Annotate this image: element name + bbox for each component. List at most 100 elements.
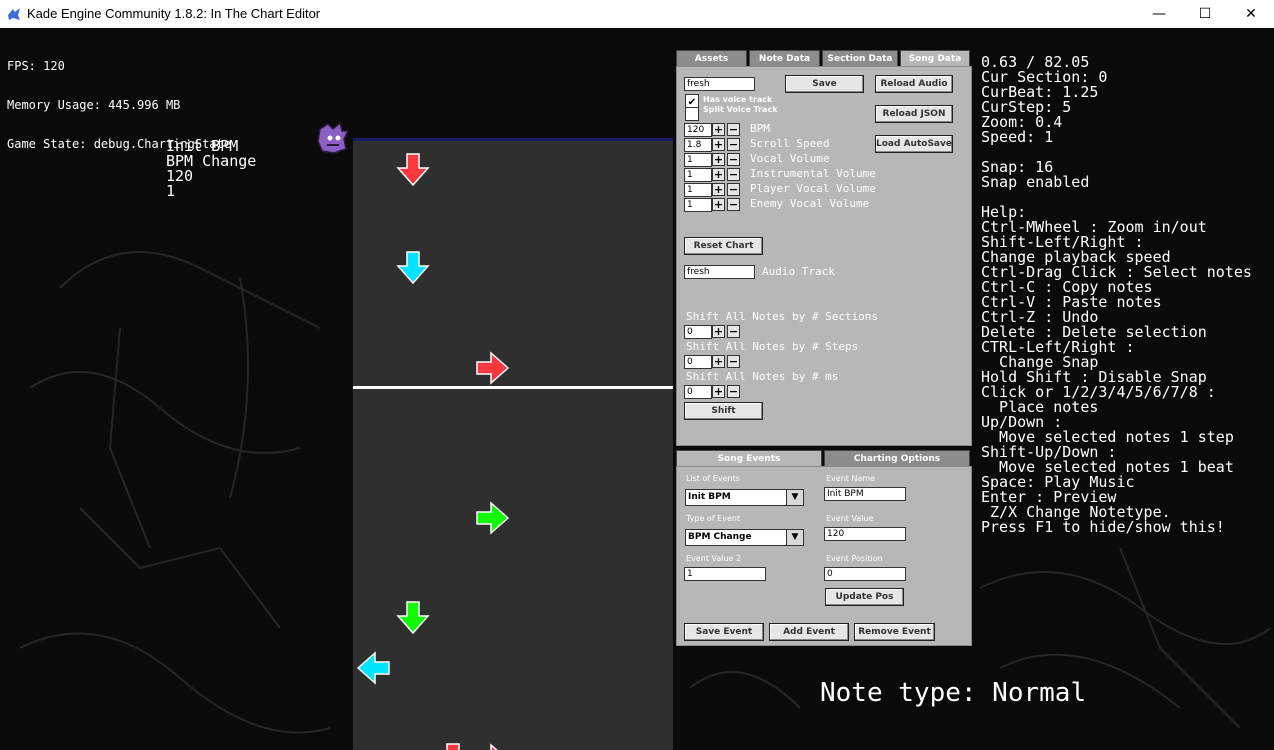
shift-button[interactable]: Shift xyxy=(684,402,763,420)
memory-text: Memory Usage: 445.996 MB xyxy=(7,98,181,112)
list-of-events-label: List of Events xyxy=(686,474,740,483)
shift-sections-minus-button[interactable]: − xyxy=(727,325,740,338)
reset-chart-button[interactable]: Reset Chart xyxy=(684,237,763,255)
shift-steps-plus-button[interactable]: + xyxy=(712,355,725,368)
stepper-label: BPM xyxy=(750,122,770,135)
info-line: Press F1 to hide/show this! xyxy=(981,518,1225,536)
stepper-plus-button[interactable]: + xyxy=(712,123,725,136)
stepper-plus-button[interactable]: + xyxy=(712,138,725,151)
event-info-value2: 1 xyxy=(166,182,176,200)
stepper-label: Instrumental Volume xyxy=(750,167,876,180)
partial-note-icon[interactable] xyxy=(435,742,471,750)
info-line: Speed: 1 xyxy=(981,128,1054,146)
stepper-plus-button[interactable]: + xyxy=(712,153,725,166)
type-of-event-value: BPM Change xyxy=(688,532,752,542)
chevron-down-icon: ▼ xyxy=(786,530,803,545)
minimize-icon: — xyxy=(1152,6,1166,22)
save-event-button[interactable]: Save Event xyxy=(684,623,764,641)
list-of-events-value: Init BPM xyxy=(688,492,731,502)
partial-note-icon[interactable] xyxy=(475,742,511,750)
left-arrow-note-icon[interactable] xyxy=(355,650,391,686)
stepper-minus-button[interactable]: − xyxy=(727,168,740,181)
event-value2-input[interactable]: 1 xyxy=(684,567,766,581)
shift-sections-input[interactable]: 0 xyxy=(684,325,712,339)
down-arrow-note-icon[interactable] xyxy=(395,250,431,286)
event-value2-label: Event Value 2 xyxy=(686,554,742,563)
chart-grid[interactable] xyxy=(353,138,673,750)
game-viewport: FPS: 120 Memory Usage: 445.996 MB Game S… xyxy=(0,28,1274,750)
stepper-input[interactable]: 1.8 xyxy=(684,138,712,152)
event-info-value: 120 xyxy=(166,167,194,185)
stepper-input[interactable]: 1 xyxy=(684,168,712,182)
shift-sections-plus-button[interactable]: + xyxy=(712,325,725,338)
remove-event-button[interactable]: Remove Event xyxy=(854,623,935,641)
shift-ms-plus-button[interactable]: + xyxy=(712,385,725,398)
tab-song-data[interactable]: Song Data xyxy=(900,50,970,66)
stepper-minus-button[interactable]: − xyxy=(727,183,740,196)
tab-song-events[interactable]: Song Events xyxy=(676,450,822,466)
right-arrow-note-icon[interactable] xyxy=(475,500,511,536)
shift-ms-input[interactable]: 0 xyxy=(684,385,712,399)
audio-track-label: Audio Track xyxy=(762,265,835,278)
song-name-input[interactable]: fresh xyxy=(684,77,755,91)
reload-json-button[interactable]: Reload JSON xyxy=(875,105,953,123)
stepper-input[interactable]: 1 xyxy=(684,183,712,197)
down-arrow-note-icon[interactable] xyxy=(395,152,431,188)
stepper-label: Enemy Vocal Volume xyxy=(750,197,870,210)
character-health-icon xyxy=(317,121,350,154)
stepper-plus-button[interactable]: + xyxy=(712,198,725,211)
stepper-minus-button[interactable]: − xyxy=(727,123,740,136)
tab-assets[interactable]: Assets xyxy=(676,50,747,66)
stepper-input[interactable]: 1 xyxy=(684,153,712,167)
list-of-events-dropdown[interactable]: Init BPM ▼ xyxy=(685,489,804,506)
event-position-input[interactable]: 0 xyxy=(824,567,906,581)
window-titlebar: Kade Engine Community 1.8.2: In The Char… xyxy=(0,0,1274,28)
down-arrow-note-icon[interactable] xyxy=(395,600,431,636)
event-info: Init BPM BPM Change 120 1 xyxy=(166,139,256,199)
update-pos-button[interactable]: Update Pos xyxy=(825,588,904,606)
right-arrow-note-icon[interactable] xyxy=(475,350,511,386)
maximize-button[interactable]: ☐ xyxy=(1182,0,1228,28)
event-value-input[interactable]: 120 xyxy=(824,527,906,541)
event-name-label: Event Name xyxy=(826,474,876,483)
maximize-icon: ☐ xyxy=(1198,6,1212,22)
has-voice-track-label: Has voice track xyxy=(703,95,773,104)
has-voice-track-checkbox[interactable]: ✔ xyxy=(685,94,699,108)
shift-ms-minus-button[interactable]: − xyxy=(727,385,740,398)
tab-charting-options[interactable]: Charting Options xyxy=(824,450,970,466)
shift-steps-input[interactable]: 0 xyxy=(684,355,712,369)
checkmark-icon: ✔ xyxy=(688,94,696,108)
audio-track-input[interactable]: fresh xyxy=(684,265,755,279)
shift-steps-minus-button[interactable]: − xyxy=(727,355,740,368)
split-voice-track-checkbox[interactable] xyxy=(685,107,699,121)
stepper-plus-button[interactable]: + xyxy=(712,183,725,196)
note-type-label: Note type: Normal xyxy=(820,678,1087,708)
song-data-panel: fresh Save Reload Audio ✔ Has voice trac… xyxy=(676,66,972,446)
tab-section-data[interactable]: Section Data xyxy=(822,50,898,66)
grid-top-line xyxy=(353,138,673,141)
save-button[interactable]: Save xyxy=(785,75,864,93)
minimize-button[interactable]: — xyxy=(1136,0,1182,28)
shift-sections-label: Shift All Notes by # Sections xyxy=(686,310,879,323)
top-panel-tabs: Assets Note Data Section Data Song Data xyxy=(676,50,972,66)
stepper-label: Player Vocal Volume xyxy=(750,182,876,195)
stepper-minus-button[interactable]: − xyxy=(727,198,740,211)
editor-info-text: 0.63 / 82.05 Cur Section: 0 CurBeat: 1.25 C… xyxy=(981,55,1252,535)
stepper-minus-button[interactable]: − xyxy=(727,138,740,151)
stepper-plus-button[interactable]: + xyxy=(712,168,725,181)
type-of-event-dropdown[interactable]: BPM Change ▼ xyxy=(685,529,804,546)
reload-audio-button[interactable]: Reload Audio xyxy=(875,75,953,93)
add-event-button[interactable]: Add Event xyxy=(769,623,849,641)
shift-steps-label: Shift All Notes by # Steps xyxy=(686,340,859,353)
close-button[interactable]: ✕ xyxy=(1228,0,1274,28)
load-autosave-button[interactable]: Load AutoSave xyxy=(875,135,953,153)
stepper-input[interactable]: 1 xyxy=(684,198,712,212)
tab-note-data[interactable]: Note Data xyxy=(749,50,820,66)
stepper-label: Vocal Volume xyxy=(750,152,830,165)
stepper-minus-button[interactable]: − xyxy=(727,153,740,166)
stepper-input[interactable]: 120 xyxy=(684,123,712,137)
event-name-input[interactable]: Init BPM xyxy=(824,487,906,501)
fps-text: FPS: 120 xyxy=(7,59,65,73)
event-position-label: Event Position xyxy=(826,554,883,563)
chevron-down-icon: ▼ xyxy=(786,490,803,505)
